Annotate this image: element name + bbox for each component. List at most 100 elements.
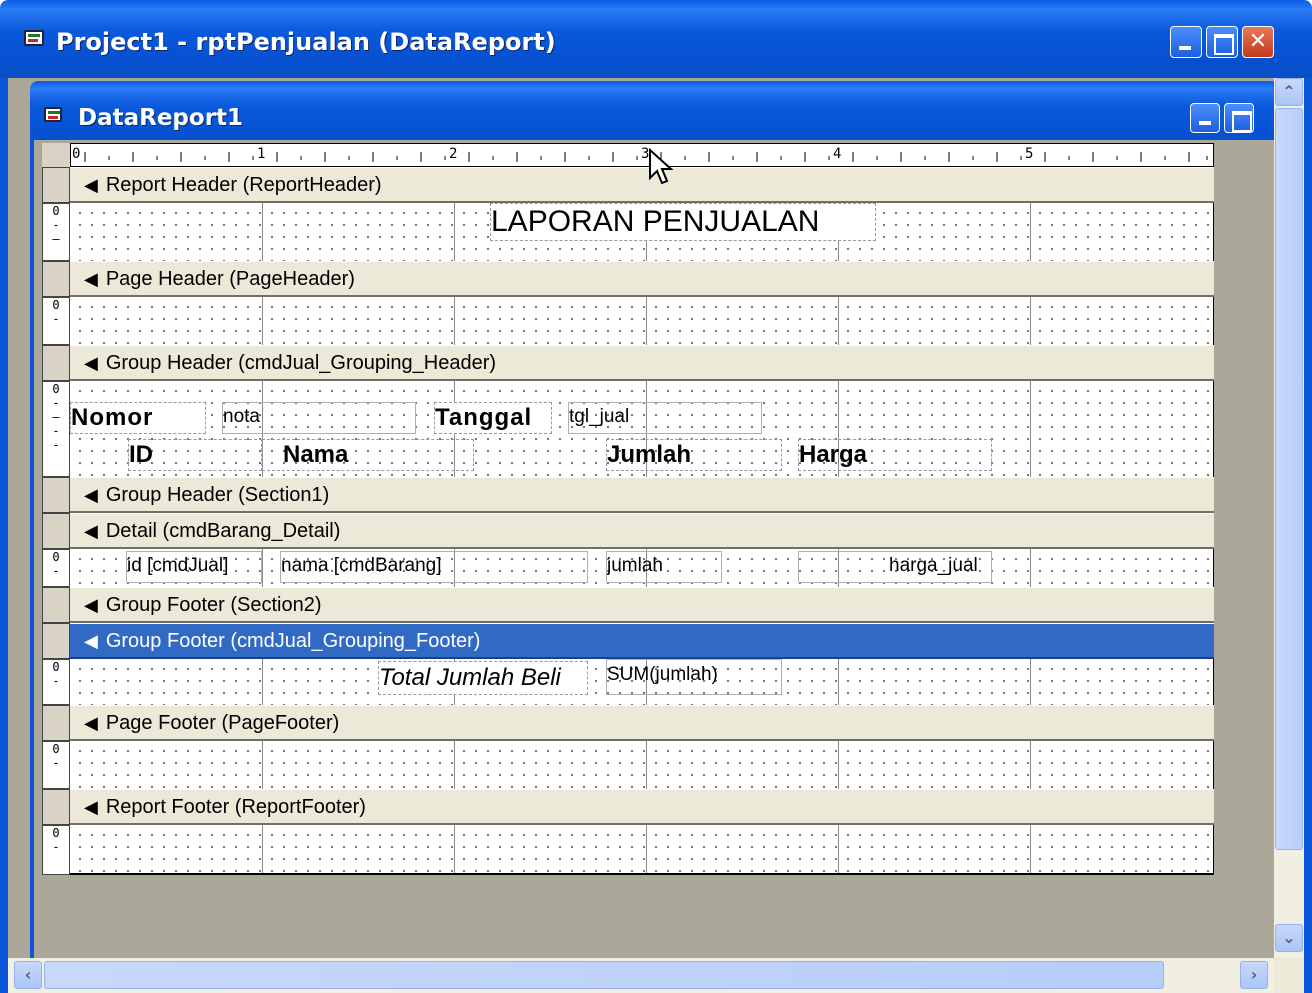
band-selector[interactable] — [42, 705, 70, 741]
ruler-mark-1: 1 — [257, 146, 266, 162]
vruler-zero: 0 — [52, 660, 60, 674]
horizontal-scroll-thumb[interactable] — [44, 961, 1164, 989]
tanggal-label[interactable]: Tanggal — [434, 402, 552, 434]
band-label: Group Footer (Section2) — [105, 594, 322, 616]
band-selector[interactable] — [42, 167, 70, 203]
band-label: Report Footer (ReportFooter) — [105, 796, 366, 818]
ruler-mark-0: 0 — [72, 146, 81, 162]
main-title-bar[interactable]: Project1 - rptPenjualan (DataReport) ✕ — [0, 0, 1312, 78]
report-designer: 0 1 2 3 4 5 ◀ Report Header (ReportHeader… — [30, 140, 1280, 958]
id-textbox[interactable]: id [cmdJual] — [126, 551, 262, 583]
band-selector[interactable] — [42, 789, 70, 825]
band-report-footer[interactable]: ◀ Report Footer (ReportFooter) — [70, 789, 1214, 825]
band-arrow-icon: ◀ — [84, 485, 98, 505]
band-selector[interactable] — [42, 477, 70, 513]
scroll-up-icon[interactable]: ⌃ — [1275, 78, 1303, 106]
ruler-mark-4: 4 — [833, 146, 842, 162]
band-report-header[interactable]: ◀ Report Header (ReportHeader) — [70, 167, 1214, 203]
vertical-ruler: 0- — [42, 549, 70, 587]
vruler-zero: 0 — [52, 382, 60, 396]
app-icon — [24, 30, 44, 46]
vertical-scroll-thumb[interactable] — [1275, 108, 1303, 850]
ruler-mark-5: 5 — [1025, 146, 1034, 162]
band-arrow-icon: ◀ — [84, 353, 98, 373]
band-arrow-icon: ◀ — [84, 521, 98, 541]
band-label: Page Footer (PageFooter) — [105, 712, 340, 734]
band-label: Group Footer (cmdJual_Grouping_Footer) — [105, 630, 481, 652]
vertical-ruler: 0- – — [42, 203, 70, 261]
jumlah-label[interactable]: Jumlah — [606, 439, 782, 471]
section-report-footer[interactable] — [70, 825, 1214, 875]
section-page-header[interactable] — [70, 297, 1214, 345]
horizontal-ruler: 0 1 2 3 4 5 — [70, 143, 1214, 167]
window-frame-right — [1304, 78, 1312, 993]
close-button[interactable]: ✕ — [1242, 26, 1274, 58]
band-selector[interactable] — [42, 513, 70, 549]
band-group-header-jual[interactable]: ◀ Group Header (cmdJual_Grouping_Header) — [70, 345, 1214, 381]
maximize-button[interactable] — [1206, 26, 1238, 58]
child-title-bar[interactable]: DataReport1 — [30, 81, 1280, 143]
nota-textbox[interactable]: nota — [222, 402, 416, 434]
band-detail[interactable]: ◀ Detail (cmdBarang_Detail) — [70, 513, 1214, 549]
ruler-mark-2: 2 — [449, 146, 458, 162]
band-group-footer-section2[interactable]: ◀ Group Footer (Section2) — [70, 587, 1214, 623]
vruler-zero: 0 — [52, 826, 60, 840]
vruler-zero: 0 — [52, 550, 60, 564]
band-arrow-icon: ◀ — [84, 797, 98, 817]
child-minimize-button[interactable] — [1190, 103, 1220, 133]
band-selector[interactable] — [42, 623, 70, 659]
band-page-footer[interactable]: ◀ Page Footer (PageFooter) — [70, 705, 1214, 741]
vertical-scrollbar[interactable]: ⌃ ⌄ — [1274, 78, 1304, 958]
size-grip-icon[interactable] — [1274, 958, 1304, 993]
report-title-label[interactable]: LAPORAN PENJUALAN — [490, 203, 876, 241]
vertical-ruler: 0- — [42, 297, 70, 345]
vruler-zero: 0 — [52, 742, 60, 756]
scroll-down-icon[interactable]: ⌄ — [1275, 924, 1303, 952]
harga-jual-textbox[interactable]: harga_jual — [798, 551, 992, 583]
ruler-corner — [42, 143, 70, 167]
window-title: Project1 - rptPenjualan (DataReport) — [56, 28, 556, 56]
band-label: Detail (cmdBarang_Detail) — [105, 520, 341, 542]
scroll-left-icon[interactable]: ‹ — [14, 961, 42, 989]
band-arrow-icon: ◀ — [84, 631, 98, 651]
band-group-header-section1[interactable]: ◀ Group Header (Section1) — [70, 477, 1214, 513]
vruler-zero: 0 — [52, 204, 60, 218]
band-arrow-icon: ◀ — [84, 713, 98, 733]
horizontal-scrollbar[interactable]: ‹ › — [8, 958, 1274, 993]
band-arrow-icon: ◀ — [84, 595, 98, 615]
vertical-ruler: 0- — [42, 741, 70, 789]
mouse-cursor-icon — [649, 148, 674, 185]
id-label[interactable]: ID — [128, 439, 262, 471]
jumlah-textbox[interactable]: jumlah — [606, 551, 722, 583]
report-icon — [44, 107, 62, 122]
report-canvas: ◀ Report Header (ReportHeader) 0- – LAPORA… — [42, 167, 1214, 877]
child-window-title: DataReport1 — [78, 105, 244, 131]
section-detail[interactable]: id [cmdJual] nama [cmdBarang] jumlah har… — [70, 549, 1214, 587]
band-label: Group Header (Section1) — [105, 484, 330, 506]
band-group-footer-jual[interactable]: ◀ Group Footer (cmdJual_Grouping_Footer) — [70, 623, 1214, 659]
band-label: Group Header (cmdJual_Grouping_Header) — [105, 352, 497, 374]
band-selector[interactable] — [42, 587, 70, 623]
tgl-jual-textbox[interactable]: tgl_jual — [568, 402, 762, 434]
section-report-header[interactable]: LAPORAN PENJUALAN — [70, 203, 1214, 261]
child-maximize-button[interactable] — [1224, 103, 1254, 133]
scroll-right-icon[interactable]: › — [1240, 961, 1268, 989]
sum-jumlah-function[interactable]: SUM(jumlah) — [606, 659, 782, 695]
vertical-ruler: 0- – - - — [42, 381, 70, 477]
minimize-button[interactable] — [1170, 26, 1202, 58]
band-page-header[interactable]: ◀ Page Header (PageHeader) — [70, 261, 1214, 297]
band-selector[interactable] — [42, 345, 70, 381]
total-jumlah-beli-label[interactable]: Total Jumlah Beli — [378, 661, 588, 695]
band-label: Report Header (ReportHeader) — [105, 174, 382, 196]
band-selector[interactable] — [42, 261, 70, 297]
nomor-label[interactable]: Nomor — [70, 402, 206, 434]
section-page-footer[interactable] — [70, 741, 1214, 789]
mdi-workspace: DataReport1 0 1 2 3 4 5 ◀ Report Header … — [8, 78, 1280, 958]
harga-label[interactable]: Harga — [798, 439, 992, 471]
vertical-ruler: 0- — [42, 659, 70, 705]
nama-textbox[interactable]: nama [cmdBarang] — [280, 551, 588, 583]
section-group-header-jual[interactable]: Nomor nota Tanggal tgl_jual ID Nama Juml… — [70, 381, 1214, 477]
nama-label[interactable]: Nama — [262, 439, 474, 471]
section-group-footer-jual[interactable]: Total Jumlah Beli SUM(jumlah) — [70, 659, 1214, 705]
band-label: Page Header (PageHeader) — [105, 268, 355, 290]
